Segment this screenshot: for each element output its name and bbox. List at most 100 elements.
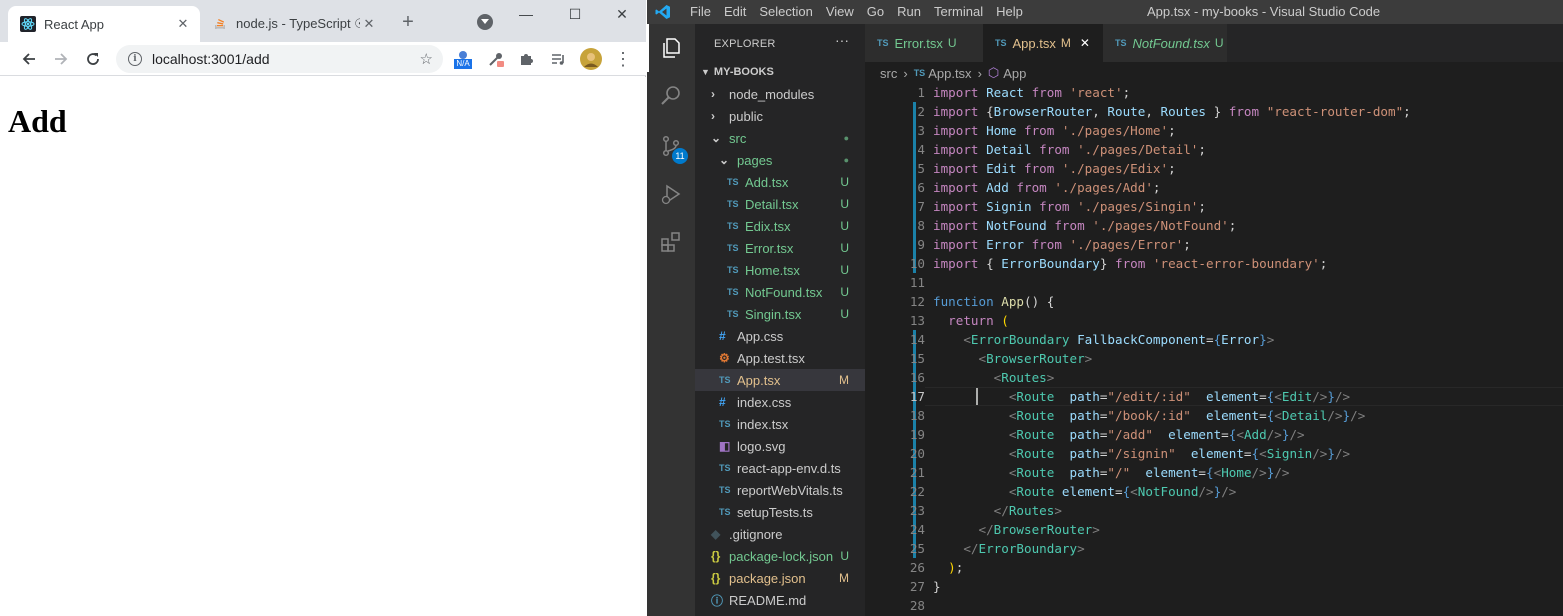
extensions-puzzle-icon[interactable] (515, 48, 537, 70)
browser-tab-nodejs[interactable]: node.js - TypeScript ☉ ✕ (200, 6, 386, 42)
file-tree-item[interactable]: ◧ logo.svg (695, 435, 865, 457)
git-status-badge: U (840, 263, 849, 277)
window-close-icon[interactable]: ✕ (602, 2, 642, 26)
file-tree-item[interactable]: TS Edix.tsx U (695, 215, 865, 237)
file-tree-label: App.css (737, 328, 784, 344)
code-token: './pages/Add' (1054, 180, 1153, 195)
code-line: import NotFound from './pages/NotFound'; (933, 216, 1236, 235)
browser-menu-icon[interactable]: ⋮ (612, 48, 634, 70)
file-tree-item[interactable]: ⓘ README.md (695, 589, 865, 611)
file-tree-item[interactable]: ⌄ src ● (695, 127, 865, 149)
code-token: path (1069, 408, 1100, 423)
file-tree-item[interactable]: TS reportWebVitals.ts (695, 479, 865, 501)
ts-file-icon: TS (727, 243, 739, 253)
menu-go[interactable]: Go (867, 4, 884, 19)
forward-arrow-icon[interactable] (50, 48, 72, 70)
menu-terminal[interactable]: Terminal (934, 4, 983, 19)
extensions-icon[interactable] (647, 218, 695, 266)
line-number: 25 (909, 541, 925, 556)
new-tab-button[interactable]: + (396, 10, 420, 34)
file-tree-item[interactable]: › node_modules (695, 83, 865, 105)
ts-file-icon: TS (719, 485, 731, 495)
code-token: ; (955, 560, 964, 575)
menu-file[interactable]: File (690, 4, 711, 19)
browser-tab-react-app[interactable]: React App ✕ (8, 6, 200, 42)
line-number: 18 (909, 408, 925, 423)
file-tree-item[interactable]: {} package-lock.json U (695, 545, 865, 567)
code-token: < (933, 351, 987, 366)
code-token: < (933, 446, 1017, 461)
code-token: Detail (986, 142, 1040, 157)
breadcrumb-file[interactable]: App.tsx (928, 66, 971, 81)
site-info-icon[interactable]: i (128, 52, 142, 66)
maximize-icon[interactable]: ☐ (555, 2, 595, 26)
file-tree-item[interactable]: TS App.tsx M (695, 369, 865, 391)
file-tree-item[interactable]: # App.css (695, 325, 865, 347)
breadcrumb-src[interactable]: src (880, 66, 897, 81)
reload-icon[interactable] (82, 48, 104, 70)
menu-view[interactable]: View (826, 4, 854, 19)
menu-run[interactable]: Run (897, 4, 921, 19)
close-icon[interactable]: ✕ (1080, 36, 1090, 50)
line-number: 26 (909, 560, 925, 575)
file-tree-item[interactable]: TS Home.tsx U (695, 259, 865, 281)
file-tree-item[interactable]: ◆ .gitignore (695, 523, 865, 545)
file-tree-item[interactable]: TS index.tsx (695, 413, 865, 435)
code-token: } (1099, 256, 1115, 271)
editor-tab[interactable]: TS Error.tsx U (865, 24, 983, 62)
file-tree-item[interactable]: TS NotFound.tsx U (695, 281, 865, 303)
code-token: from (1031, 237, 1070, 252)
address-bar[interactable]: i localhost:3001/add ☆ (116, 45, 443, 73)
bookmark-star-icon[interactable]: ☆ (420, 50, 433, 68)
file-tree-item[interactable]: ⌄ pages ● (695, 149, 865, 171)
code-token: import (933, 237, 987, 252)
file-tree-item[interactable]: TS react-app-env.d.ts (695, 457, 865, 479)
git-status-badge: U (840, 549, 849, 563)
project-folder[interactable]: ▼ MY-BOOKS (695, 61, 865, 83)
file-tree-item[interactable]: TS Add.tsx U (695, 171, 865, 193)
color-picker-icon[interactable] (485, 48, 507, 70)
media-playlist-icon[interactable] (547, 48, 569, 70)
file-tree-item[interactable]: ⚙ App.test.tsx (695, 347, 865, 369)
line-number: 14 (909, 332, 925, 347)
menu-selection[interactable]: Selection (759, 4, 812, 19)
code-token: () { (1024, 294, 1055, 309)
close-tab-icon[interactable]: ✕ (174, 15, 192, 33)
code-token: < (933, 427, 1017, 442)
profile-avatar[interactable] (580, 48, 602, 70)
code-token: element (1061, 484, 1115, 499)
menu-edit[interactable]: Edit (724, 4, 746, 19)
ts-file-icon: TS (727, 221, 739, 231)
explorer-icon[interactable] (647, 24, 695, 72)
extension-na-icon[interactable]: N/A (451, 46, 475, 72)
file-tree-item[interactable]: TS Detail.tsx U (695, 193, 865, 215)
minimize-icon[interactable]: — (506, 2, 546, 26)
file-tree-item[interactable]: › public (695, 105, 865, 127)
file-tree-item[interactable]: TS Error.tsx U (695, 237, 865, 259)
breadcrumb-symbol[interactable]: App (1003, 66, 1026, 81)
back-arrow-icon[interactable] (18, 48, 40, 70)
code-token: element (1190, 389, 1260, 404)
git-status-badge: U (840, 219, 849, 233)
file-tree-item[interactable]: # index.css (695, 391, 865, 413)
editor-tabs: TS Error.tsx U TS App.tsx M ✕ TS NotFound.tsx U (865, 24, 1563, 62)
file-tree-item[interactable]: TS setupTests.ts (695, 501, 865, 523)
git-status-badge: U (947, 36, 957, 50)
source-control-icon[interactable]: 11 (647, 122, 695, 170)
run-debug-icon[interactable] (647, 170, 695, 218)
git-file-icon: ◆ (711, 527, 721, 541)
menu-help[interactable]: Help (996, 4, 1023, 19)
explorer-more-icon[interactable]: ··· (835, 32, 849, 48)
search-icon[interactable] (647, 72, 695, 120)
file-tree-item[interactable]: {} package.json M (695, 567, 865, 589)
line-number: 21 (909, 465, 925, 480)
file-tree-item[interactable]: TS Singin.tsx U (695, 303, 865, 325)
editor-tab[interactable]: TS NotFound.tsx U (1103, 24, 1227, 62)
tab-search-icon[interactable] (477, 14, 493, 30)
code-token: from (1016, 180, 1055, 195)
line-number: 6 (917, 180, 925, 195)
chevron-right-icon: › (711, 87, 715, 101)
git-status-badge: U (1214, 36, 1224, 50)
close-tab-icon[interactable]: ✕ (360, 15, 378, 33)
editor-tab[interactable]: TS App.tsx M ✕ (983, 24, 1103, 62)
